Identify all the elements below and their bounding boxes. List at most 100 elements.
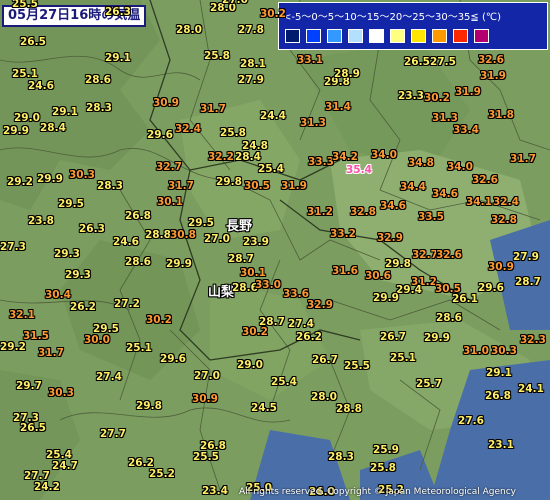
temperature-label: 27.5 [430, 56, 456, 68]
temperature-label: 31.7 [510, 153, 536, 165]
temperature-label: 25.5 [193, 451, 219, 463]
temperature-label: 31.7 [200, 103, 226, 115]
temperature-label: 29.5 [58, 198, 84, 210]
temperature-label: 30.1 [157, 196, 183, 208]
temperature-label: 32.2 [208, 151, 234, 163]
temperature-label: 27.0 [194, 370, 220, 382]
temperature-label: 25.1 [126, 342, 152, 354]
temperature-label: 28.4 [235, 151, 261, 163]
temperature-label: 27.2 [114, 298, 140, 310]
temperature-label: 34.2 [332, 151, 358, 163]
temperature-label: 34.8 [408, 157, 434, 169]
legend-swatch [474, 29, 489, 43]
temperature-label: 24.7 [52, 460, 78, 472]
temperature-label: 29.6 [160, 353, 186, 365]
temperature-label: 34.0 [371, 149, 397, 161]
temperature-label: 27.8 [238, 24, 264, 36]
temperature-label: 26.3 [105, 6, 131, 18]
temperature-label: 30.3 [48, 387, 74, 399]
temperature-label: 31.3 [300, 117, 326, 129]
temperature-label: 29.1 [52, 106, 78, 118]
legend-swatch [411, 29, 426, 43]
temperature-label: 32.7 [156, 161, 182, 173]
temperature-label: 24.1 [518, 383, 544, 395]
temperature-label: 30.8 [170, 229, 196, 241]
temperature-label: 29.9 [373, 292, 399, 304]
legend-swatch [285, 29, 300, 43]
temperature-label: 29.9 [3, 125, 29, 137]
temperature-label: 25.4 [258, 163, 284, 175]
temperature-label: 28.9 [334, 68, 360, 80]
temperature-label: 27.3 [0, 241, 26, 253]
temperature-label: 34.1 [466, 196, 492, 208]
legend-swatch [348, 29, 363, 43]
temperature-label: 33.4 [453, 124, 479, 136]
temperature-label: 25.2 [149, 468, 175, 480]
temperature-label: 28.8 [145, 229, 171, 241]
legend-swatch [369, 29, 384, 43]
place-label-yamanashi: 山梨 [208, 285, 235, 300]
temperature-label: 30.9 [153, 97, 179, 109]
temperature-label: 28.6 [125, 256, 151, 268]
temperature-label: 31.3 [432, 112, 458, 124]
temperature-label: 32.6 [478, 54, 504, 66]
temperature-label: 24.6 [28, 80, 54, 92]
temperature-label: 31.2 [307, 206, 333, 218]
temperature-label: 30.2 [424, 92, 450, 104]
temperature-label: 30.4 [45, 289, 71, 301]
temperature-label: 30.3 [69, 169, 95, 181]
temperature-label: 32.7 [412, 249, 438, 261]
temperature-label: 29.0 [14, 112, 40, 124]
temperature-label: 31.6 [332, 265, 358, 277]
temperature-label: 31.9 [281, 180, 307, 192]
legend-swatch [327, 29, 342, 43]
temperature-label: 29.1 [105, 52, 131, 64]
temperature-label: 24.4 [260, 110, 286, 122]
temperature-label: 29.3 [65, 269, 91, 281]
temperature-label: 29.2 [0, 341, 26, 353]
temperature-label: 25.8 [220, 127, 246, 139]
temperature-label: 31.9 [480, 70, 506, 82]
temperature-label: 33.5 [418, 211, 444, 223]
legend-scale-text: <-5～0～5～10～15～20～25～30～35≦ (℃) [283, 12, 502, 23]
legend-swatch [390, 29, 405, 43]
temperature-label: 25.7 [416, 378, 442, 390]
temperature-label: 33.6 [283, 288, 309, 300]
temperature-label: 31.7 [38, 347, 64, 359]
temperature-label: 26.1 [452, 293, 478, 305]
temperature-label: 26.5 [20, 422, 46, 434]
temperature-label: 33.2 [330, 228, 356, 240]
temperature-label: 30.6 [365, 270, 391, 282]
temperature-label: 29.2 [7, 176, 33, 188]
temperature-label: 26.2 [296, 331, 322, 343]
temperature-label: 34.4 [400, 181, 426, 193]
temperature-label: 27.7 [100, 428, 126, 440]
temperature-label: 25.1 [12, 68, 38, 80]
temperature-label: 23.3 [398, 90, 424, 102]
temperature-label: 25.8 [370, 462, 396, 474]
temperature-label: 29.9 [37, 173, 63, 185]
temperature-label: 33.3 [308, 156, 334, 168]
max-temperature-label: 35.4 [346, 164, 372, 176]
legend-swatch [432, 29, 447, 43]
temperature-label: 34.6 [380, 200, 406, 212]
temperature-label: 25.5 [344, 360, 370, 372]
temperature-label: 31.8 [488, 109, 514, 121]
temperature-label: 28.4 [40, 122, 66, 134]
temperature-label: 23.4 [202, 485, 228, 497]
temperature-map: 05月27日16時の気温 <-5～0～5～10～15～20～25～30～35≦ … [0, 0, 550, 500]
temperature-label: 23.8 [28, 215, 54, 227]
temperature-label: 31.5 [23, 330, 49, 342]
temperature-label: 26.2 [70, 301, 96, 313]
temperature-label: 24.2 [34, 481, 60, 493]
temperature-label: 33.0 [255, 279, 281, 291]
temperature-label: 28.3 [97, 180, 123, 192]
temperature-label: 29.8 [385, 258, 411, 270]
temperature-label: 25.5 [12, 0, 38, 10]
temperature-label: 25.1 [390, 352, 416, 364]
temperature-label: 28.3 [86, 102, 112, 114]
temperature-label: 30.9 [192, 393, 218, 405]
temperature-label: 26.7 [312, 354, 338, 366]
temperature-label: 28.0 [311, 391, 337, 403]
temperature-label: 29.3 [54, 248, 80, 260]
